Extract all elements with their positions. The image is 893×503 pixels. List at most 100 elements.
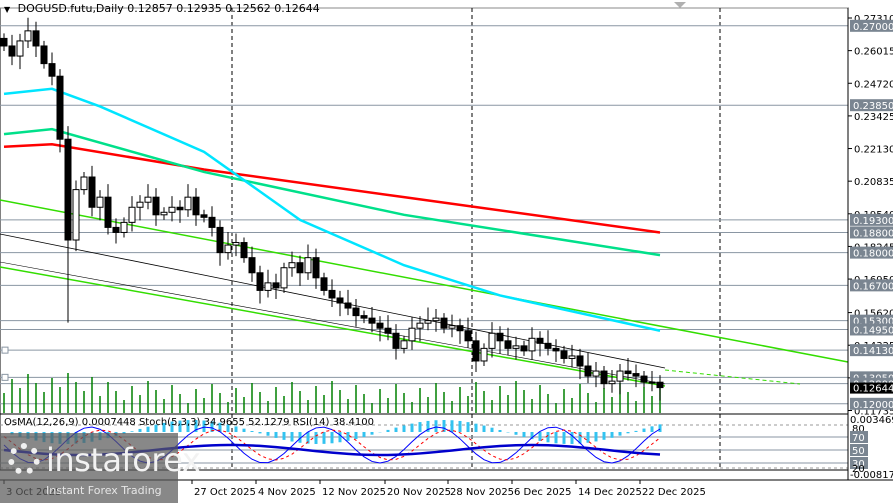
- candle: [520, 340, 528, 356]
- candle: [304, 244, 312, 280]
- date-label: 28 Nov 2025: [450, 487, 515, 498]
- candle-body: [200, 214, 208, 218]
- candle: [168, 196, 176, 222]
- candle-body: [16, 40, 24, 57]
- candle-body: [456, 325, 464, 332]
- candle: [432, 309, 440, 332]
- candle-body: [624, 370, 632, 375]
- candle-body: [568, 355, 576, 359]
- candle-body: [552, 347, 560, 352]
- candle-body: [120, 221, 128, 233]
- candle-body: [408, 327, 416, 342]
- candle-body: [240, 242, 248, 259]
- candle-body: [400, 340, 408, 349]
- candle-body: [8, 45, 16, 57]
- candle: [280, 262, 288, 293]
- candle-body: [528, 337, 536, 352]
- date-label: 4 Nov 2025: [258, 487, 316, 498]
- level-label: 0.23850: [853, 101, 893, 112]
- candle-body: [472, 340, 480, 362]
- collapse-triangle-icon[interactable]: ▼: [4, 5, 10, 14]
- candle-body: [576, 355, 584, 367]
- candle-body: [136, 201, 144, 208]
- candle-body: [0, 37, 8, 47]
- candle: [40, 40, 48, 69]
- candle-body: [176, 206, 184, 211]
- ohlc-open: 0.12857: [127, 2, 173, 15]
- candle-body: [616, 370, 624, 382]
- candle-body: [376, 322, 384, 329]
- candle: [656, 375, 664, 401]
- candle: [32, 21, 40, 58]
- candle: [544, 330, 552, 356]
- candle-body: [216, 226, 224, 254]
- candle-body: [328, 289, 336, 299]
- candle-body: [464, 330, 472, 342]
- candle-body: [248, 257, 256, 274]
- candle-body: [64, 138, 72, 241]
- candle: [272, 273, 280, 299]
- candle: [312, 248, 320, 289]
- candle: [344, 289, 352, 316]
- candle: [200, 209, 208, 223]
- candle-body: [152, 196, 160, 216]
- price-tick-label: 0.24720: [854, 79, 893, 90]
- candle: [224, 231, 232, 260]
- candle-body: [560, 350, 568, 359]
- candle: [464, 317, 472, 348]
- candle-body: [392, 332, 400, 349]
- candle: [504, 327, 512, 356]
- candle-body: [496, 332, 504, 342]
- candle-body: [192, 196, 200, 216]
- date-label: 22 Dec 2025: [642, 487, 706, 498]
- candle: [88, 165, 96, 217]
- candle: [0, 33, 8, 52]
- osc-level-label: 70: [852, 433, 865, 444]
- candle: [120, 217, 128, 238]
- candle-body: [144, 196, 152, 203]
- candle-body: [80, 176, 88, 191]
- candle: [552, 339, 560, 362]
- candle-body: [600, 370, 608, 385]
- candle-body: [512, 345, 520, 349]
- candle-body: [504, 340, 512, 349]
- candle: [256, 265, 264, 304]
- candle-body: [344, 302, 352, 309]
- candle: [96, 190, 104, 221]
- candle: [328, 279, 336, 308]
- instaforex-logo: instaforex Instant Forex Trading: [0, 433, 201, 503]
- candle-body: [592, 370, 600, 377]
- candle: [536, 331, 544, 357]
- candle: [136, 195, 144, 221]
- candle-body: [536, 337, 544, 344]
- candle: [560, 345, 568, 364]
- level-label: 0.18800: [853, 228, 893, 239]
- candle-body: [88, 176, 96, 208]
- candle: [440, 313, 448, 334]
- candle-body: [96, 196, 104, 208]
- candle-body: [224, 244, 232, 254]
- candle: [336, 290, 344, 317]
- candle: [368, 307, 376, 333]
- candle: [416, 316, 424, 342]
- level-marker-icon: [1, 373, 9, 381]
- candle-body: [56, 75, 64, 140]
- candle-body: [320, 277, 328, 291]
- candle-body: [32, 30, 40, 47]
- candle: [264, 269, 272, 298]
- candle-body: [424, 320, 432, 324]
- candle: [24, 17, 32, 48]
- candle: [576, 348, 584, 380]
- candle-body: [656, 381, 664, 389]
- candle-body: [416, 322, 424, 329]
- candle-body: [288, 262, 296, 269]
- level-label: 0.14950: [853, 325, 893, 336]
- candle: [376, 316, 384, 342]
- candle: [352, 298, 360, 327]
- candle: [64, 126, 72, 323]
- candle-body: [648, 381, 656, 384]
- level-label: 0.18000: [853, 249, 893, 260]
- level-label: 0.27000: [853, 22, 893, 33]
- chart-header: ▼ DOGUSD.futu,Daily 0.12857 0.12935 0.12…: [4, 2, 320, 15]
- candle-body: [40, 45, 48, 65]
